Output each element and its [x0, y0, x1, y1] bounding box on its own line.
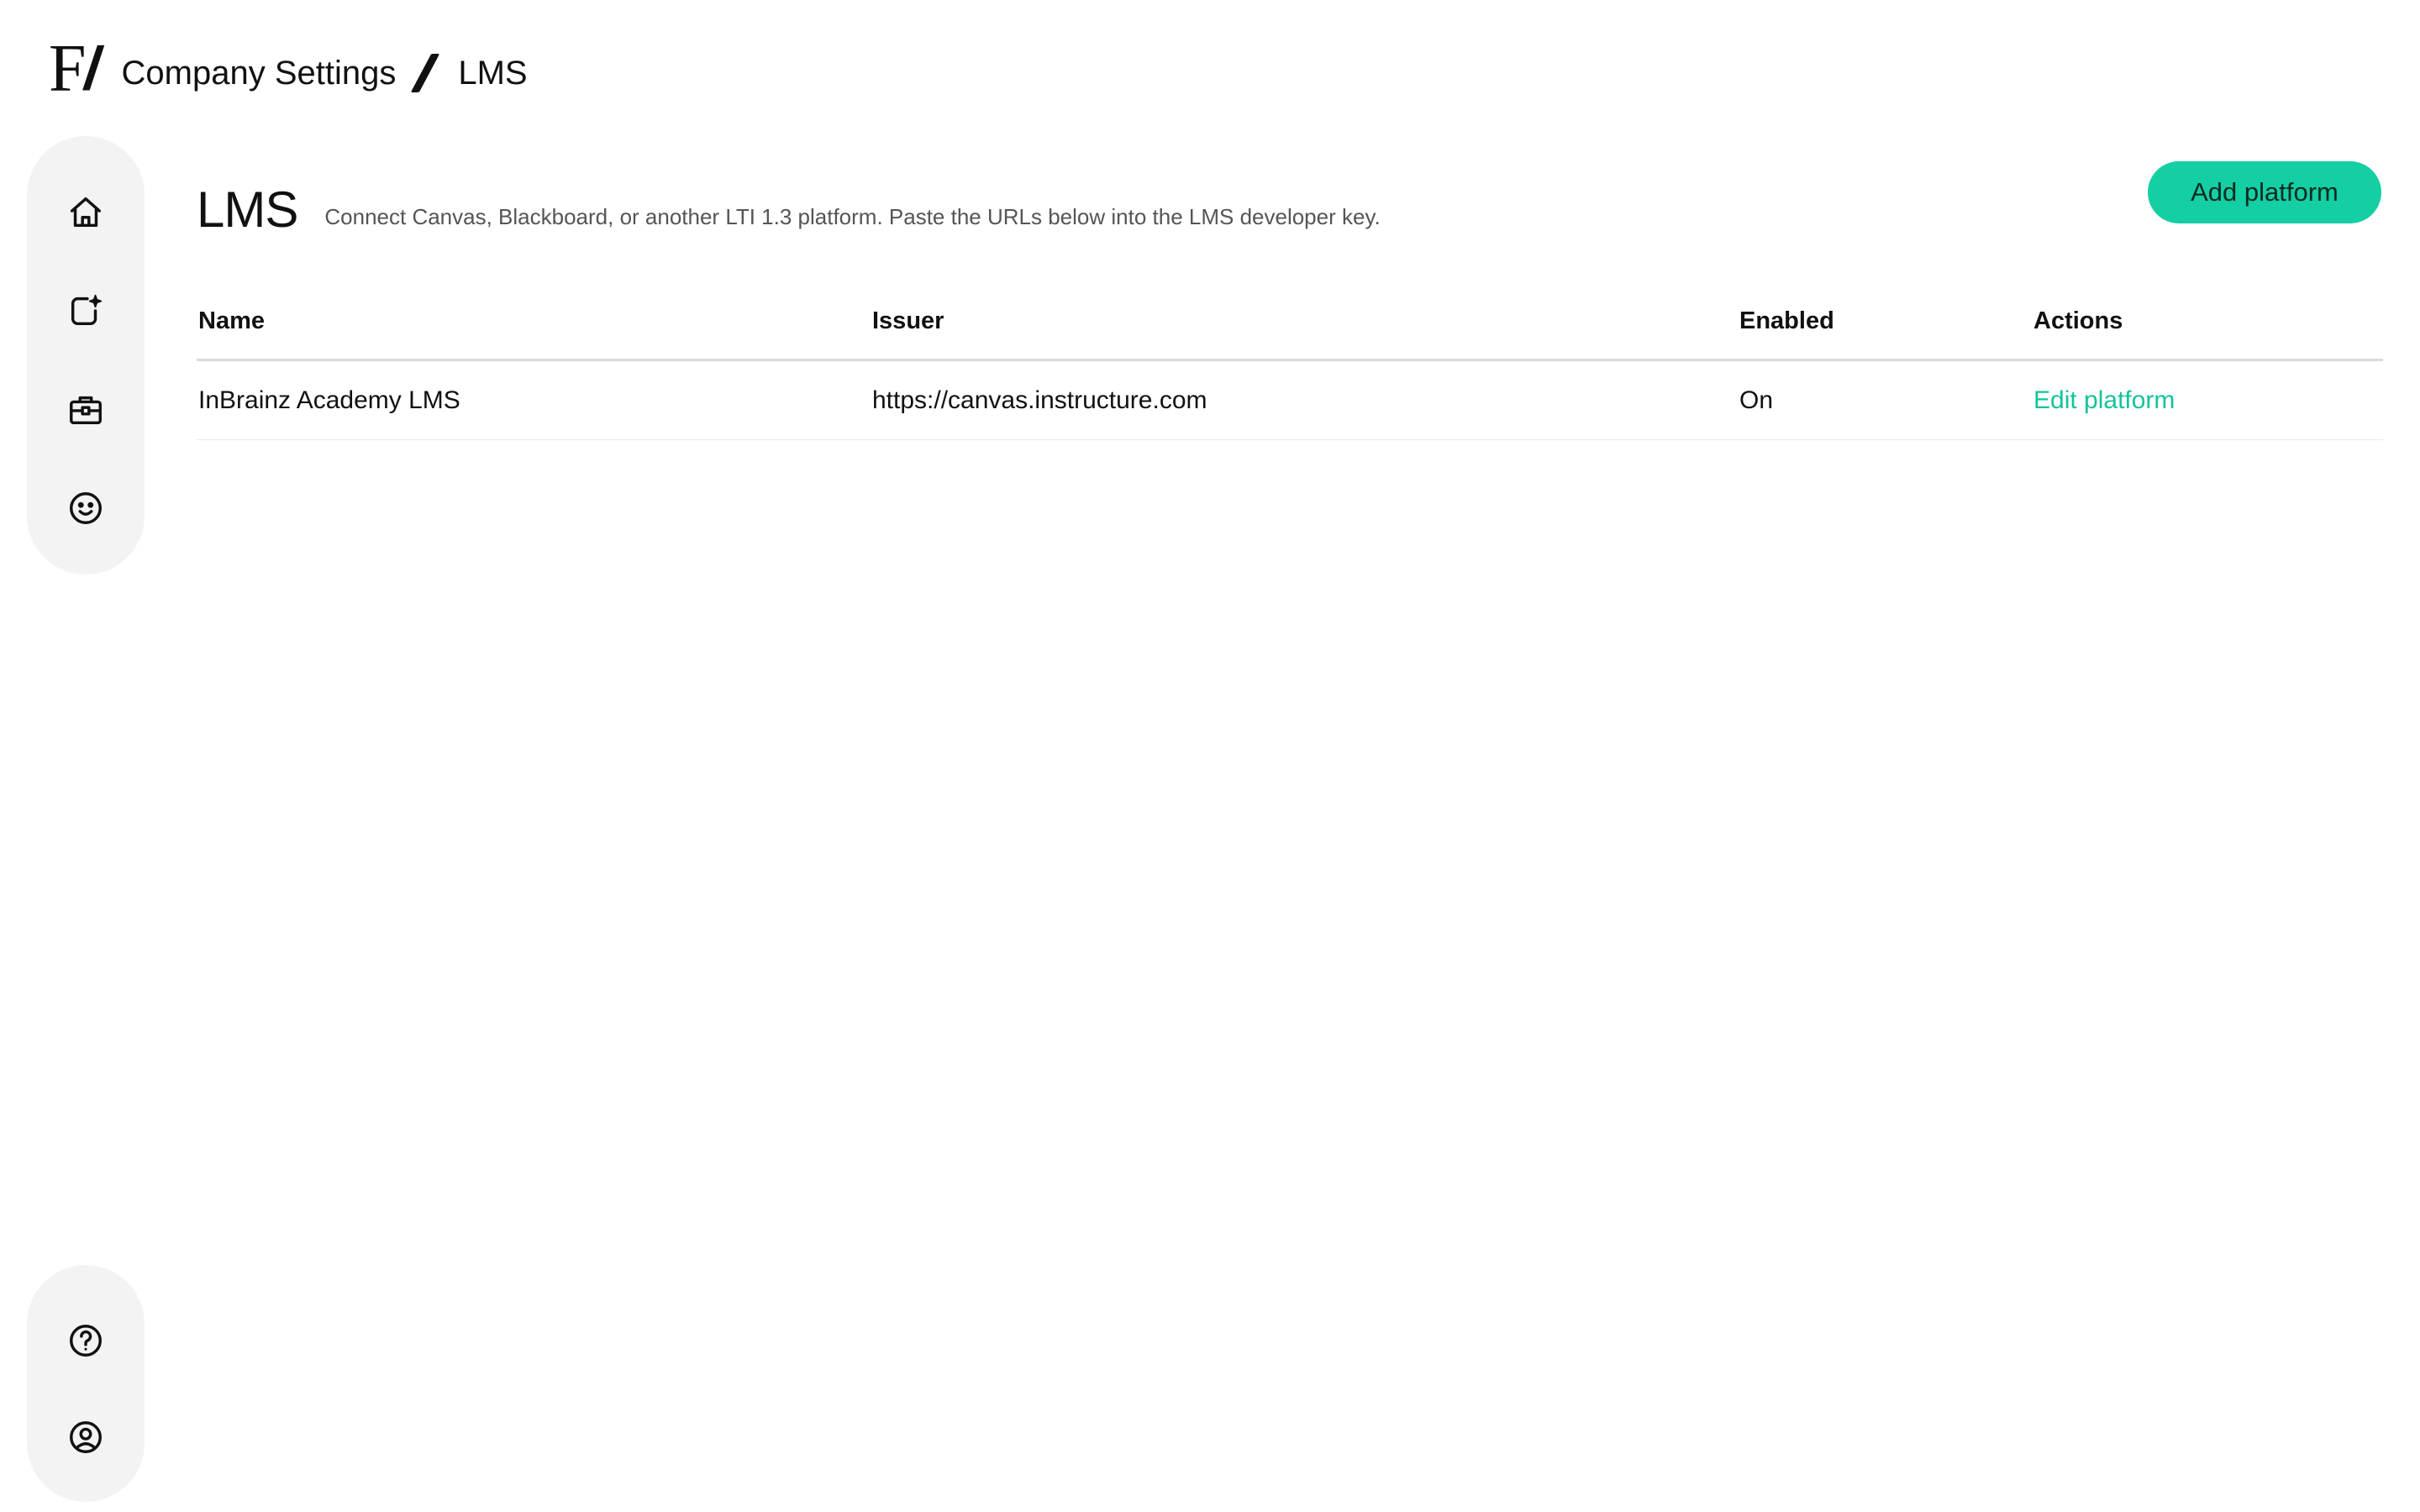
column-header-actions: Actions	[2033, 307, 2123, 334]
column-header-enabled: Enabled	[1739, 307, 1834, 334]
sidebar-item-help[interactable]	[52, 1309, 119, 1372]
platform-issuer: https://canvas.instructure.com	[872, 386, 1207, 414]
new-item-sparkle-icon	[71, 295, 103, 326]
add-platform-button[interactable]: Add platform	[2148, 161, 2381, 223]
sidebar-item-jobs[interactable]	[52, 377, 119, 443]
platform-enabled-status: On	[1739, 386, 1774, 414]
page-header: LMS Connect Canvas, Blackboard, or anoth…	[197, 161, 2381, 235]
main-content: LMS Connect Canvas, Blackboard, or anoth…	[197, 161, 2383, 440]
platform-actions: Edit platform	[2033, 386, 2383, 415]
table-row: InBrainz Academy LMS https://canvas.inst…	[197, 361, 2383, 440]
breadcrumb-separator	[411, 54, 440, 92]
breadcrumb: Company Settings LMS	[122, 45, 528, 92]
table-header: Name Issuer Enabled Actions	[197, 284, 2383, 361]
sidebar-item-account[interactable]	[52, 1405, 119, 1468]
breadcrumb-current: LMS	[458, 54, 528, 92]
edit-platform-link[interactable]: Edit platform	[2033, 386, 2175, 414]
logo-slash: /	[79, 35, 103, 102]
brand-logo[interactable]: F /	[49, 30, 103, 108]
briefcase-icon	[70, 396, 102, 424]
sidebar-item-create[interactable]	[52, 279, 119, 344]
breadcrumb-company-settings[interactable]: Company Settings	[122, 55, 397, 92]
logo-letter: F	[49, 32, 86, 106]
column-header-issuer: Issuer	[872, 307, 944, 334]
sidebar-item-people[interactable]	[52, 476, 119, 542]
sidebar-item-home[interactable]	[52, 180, 119, 245]
smiley-icon	[70, 492, 102, 525]
account-icon	[70, 1420, 102, 1453]
home-icon	[70, 197, 102, 227]
top-bar: F / Company Settings LMS	[49, 30, 528, 108]
sidebar-main-nav	[27, 136, 145, 575]
platform-name: InBrainz Academy LMS	[198, 386, 460, 414]
platforms-table: Name Issuer Enabled Actions InBrainz Aca…	[197, 284, 2383, 440]
help-icon	[70, 1324, 102, 1357]
column-header-name: Name	[198, 307, 265, 334]
page-description: Connect Canvas, Blackboard, or another L…	[324, 204, 1381, 229]
page-title: LMS	[197, 181, 298, 238]
sidebar-utility-nav	[27, 1265, 145, 1502]
